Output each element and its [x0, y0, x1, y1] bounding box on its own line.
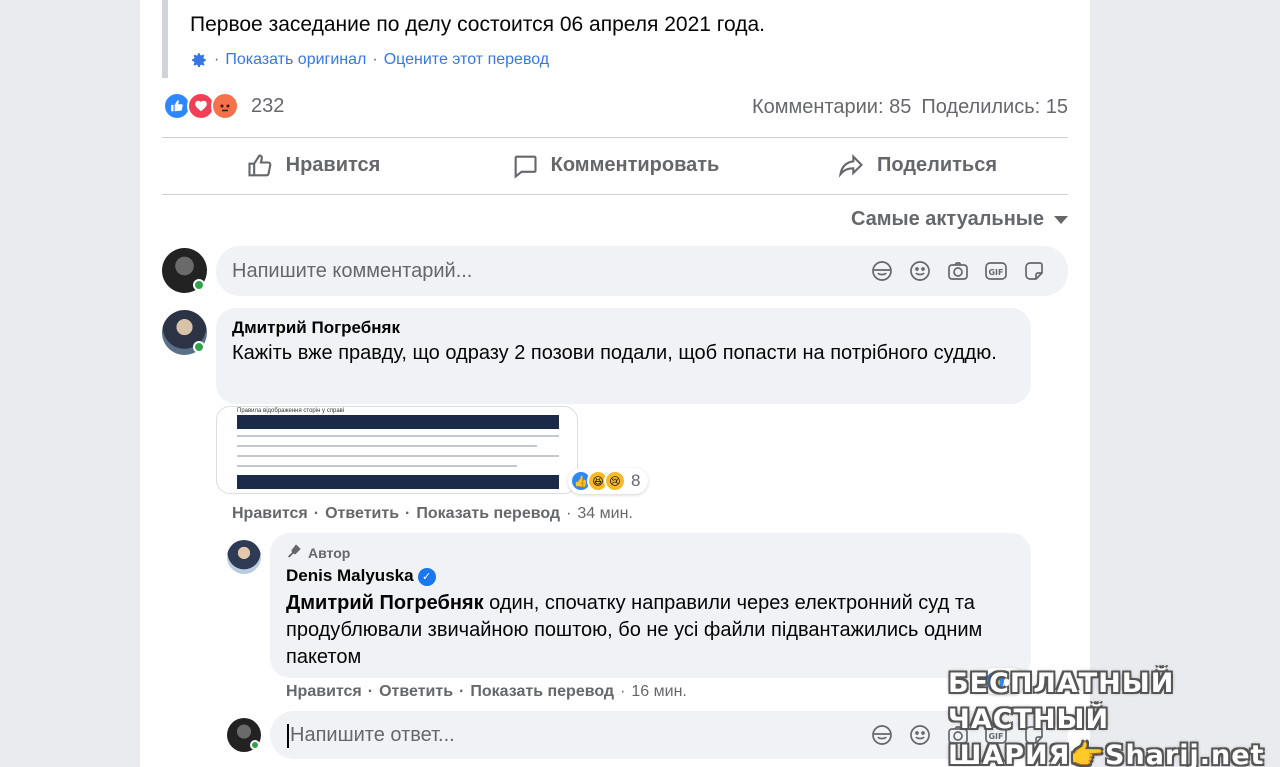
- show-original-link[interactable]: Показать оригинал: [225, 51, 366, 69]
- attachment-line: [237, 445, 537, 447]
- svg-text:GIF: GIF: [988, 268, 1003, 277]
- avatar-sticker-icon[interactable]: [870, 259, 894, 283]
- attachment-title: Правила відображення сторін у справі: [237, 408, 345, 414]
- text-cursor: [287, 724, 289, 748]
- gif-icon[interactable]: GIF: [984, 259, 1008, 283]
- author-badge: Автор: [286, 543, 1015, 562]
- separator: ·: [459, 683, 465, 700]
- rate-translation-link[interactable]: Оцените этот перевод: [384, 51, 549, 69]
- comment-reply-link[interactable]: Ответить: [325, 505, 399, 523]
- separator: ·: [313, 505, 320, 522]
- reply-meta: Нравится · Ответить · Показать перевод ·…: [286, 683, 687, 701]
- shares-count[interactable]: Поделились: 15: [921, 96, 1068, 119]
- share-label: Поделиться: [876, 154, 998, 176]
- reply-like-link[interactable]: Нравится: [286, 683, 362, 701]
- sticker-icon[interactable]: [1022, 259, 1046, 283]
- watermark-line-2: ШАРИЯ👉Sharij.net: [948, 740, 1265, 767]
- comment-bubble-icon: [511, 152, 539, 180]
- comment-image-attachment[interactable]: Правила відображення сторін у справі: [216, 406, 578, 494]
- sort-label: Самые актуальные: [850, 208, 1044, 230]
- like-button[interactable]: Нравится: [162, 137, 464, 194]
- separator: ·: [214, 51, 220, 68]
- comment-translate-link[interactable]: Показать перевод: [416, 505, 560, 523]
- avatar-sticker-icon[interactable]: [870, 723, 894, 747]
- comments-count[interactable]: Комментарии: 85: [752, 96, 911, 119]
- online-indicator: [250, 740, 260, 750]
- translated-post-text: Первое заседание по делу состоится 06 ап…: [190, 13, 765, 36]
- reply-mention[interactable]: Дмитрий Погребняк: [286, 592, 484, 614]
- comment-reactions-count: 8: [631, 471, 641, 490]
- reply-translate-link[interactable]: Показать перевод: [470, 683, 614, 701]
- separator: ·: [405, 505, 411, 522]
- reply-author-avatar[interactable]: [227, 540, 261, 574]
- comment-label: Комментировать: [550, 154, 720, 176]
- comment-button[interactable]: Комментировать: [464, 137, 766, 194]
- composer-icons: GIF: [870, 259, 1046, 283]
- attachment-line: [237, 465, 517, 467]
- sad-reaction-icon: 😢: [604, 470, 626, 492]
- attachment-header-bar: [237, 415, 559, 429]
- separator: ·: [566, 505, 572, 522]
- thumbs-up-icon: [246, 152, 274, 180]
- comment-like-link[interactable]: Нравится: [232, 505, 308, 523]
- share-button[interactable]: Поделиться: [766, 137, 1068, 194]
- post-stats: Комментарии: 85 Поделились: 15: [752, 96, 1068, 119]
- microphone-icon: [286, 543, 302, 562]
- comment-author[interactable]: Дмитрий Погребняк: [232, 318, 1015, 338]
- comment-sort-dropdown[interactable]: Самые актуальные: [851, 208, 1068, 231]
- share-arrow-icon: [837, 152, 865, 180]
- reply-time[interactable]: 16 мин.: [631, 683, 686, 701]
- reply-bubble: Автор Denis Malyuska ✓ Дмитрий Погребняк …: [270, 533, 1031, 678]
- author-badge-label: Автор: [308, 544, 351, 561]
- attachment-line: [237, 435, 559, 437]
- reply-author-name-row: Denis Malyuska ✓: [286, 566, 1015, 586]
- online-indicator: [193, 279, 205, 291]
- reactions-summary[interactable]: 232: [163, 92, 284, 120]
- watermark: БЕСПЛАТНЫЙ ЧАСТНЫЙ ШАРИЯ👉Sharij.net: [948, 666, 1280, 767]
- like-label: Нравится: [285, 154, 381, 176]
- separator: ·: [367, 683, 374, 700]
- watermark-line-1: БЕСПЛАТНЫЙ ЧАСТНЫЙ: [948, 668, 1175, 735]
- reactions-count: 232: [251, 94, 285, 117]
- angry-reaction-icon: [211, 92, 239, 120]
- comment-meta: Нравится · Ответить · Показать перевод ·…: [232, 505, 633, 523]
- post-action-bar: Нравится Комментировать Поделиться: [162, 137, 1068, 194]
- reply-text: Дмитрий Погребняк один, спочатку направи…: [286, 590, 1016, 671]
- comment-time[interactable]: 34 мин.: [577, 505, 632, 523]
- comment-reactions[interactable]: 👍 😆 😢 8: [568, 468, 649, 494]
- verified-badge-icon: ✓: [417, 567, 436, 586]
- divider: [162, 194, 1068, 195]
- separator: ·: [620, 683, 626, 700]
- camera-icon[interactable]: [946, 259, 970, 283]
- attachment-footer-bar: [237, 475, 559, 489]
- reply-author[interactable]: Denis Malyuska: [286, 566, 414, 585]
- comment-text: Кажіть вже правду, що одразу 2 позови по…: [232, 342, 997, 364]
- emoji-icon[interactable]: [908, 723, 932, 747]
- gear-icon[interactable]: [190, 51, 208, 69]
- separator: ·: [372, 51, 378, 68]
- comment-input[interactable]: Напишите комментарий... GIF: [216, 246, 1068, 296]
- reply-reply-link[interactable]: Ответить: [379, 683, 453, 701]
- emoji-icon[interactable]: [908, 259, 932, 283]
- reply-placeholder: Напишите ответ...: [290, 723, 455, 746]
- attachment-line: [237, 455, 559, 457]
- translation-links: · Показать оригинал · Оцените этот перев…: [190, 51, 549, 69]
- comment-placeholder: Напишите комментарий...: [232, 259, 473, 282]
- caret-down-icon: [1054, 215, 1068, 224]
- quote-bar: [162, 0, 168, 78]
- online-indicator: [193, 341, 205, 353]
- comment-bubble: Дмитрий Погребняк Кажіть вже правду, що …: [216, 308, 1031, 404]
